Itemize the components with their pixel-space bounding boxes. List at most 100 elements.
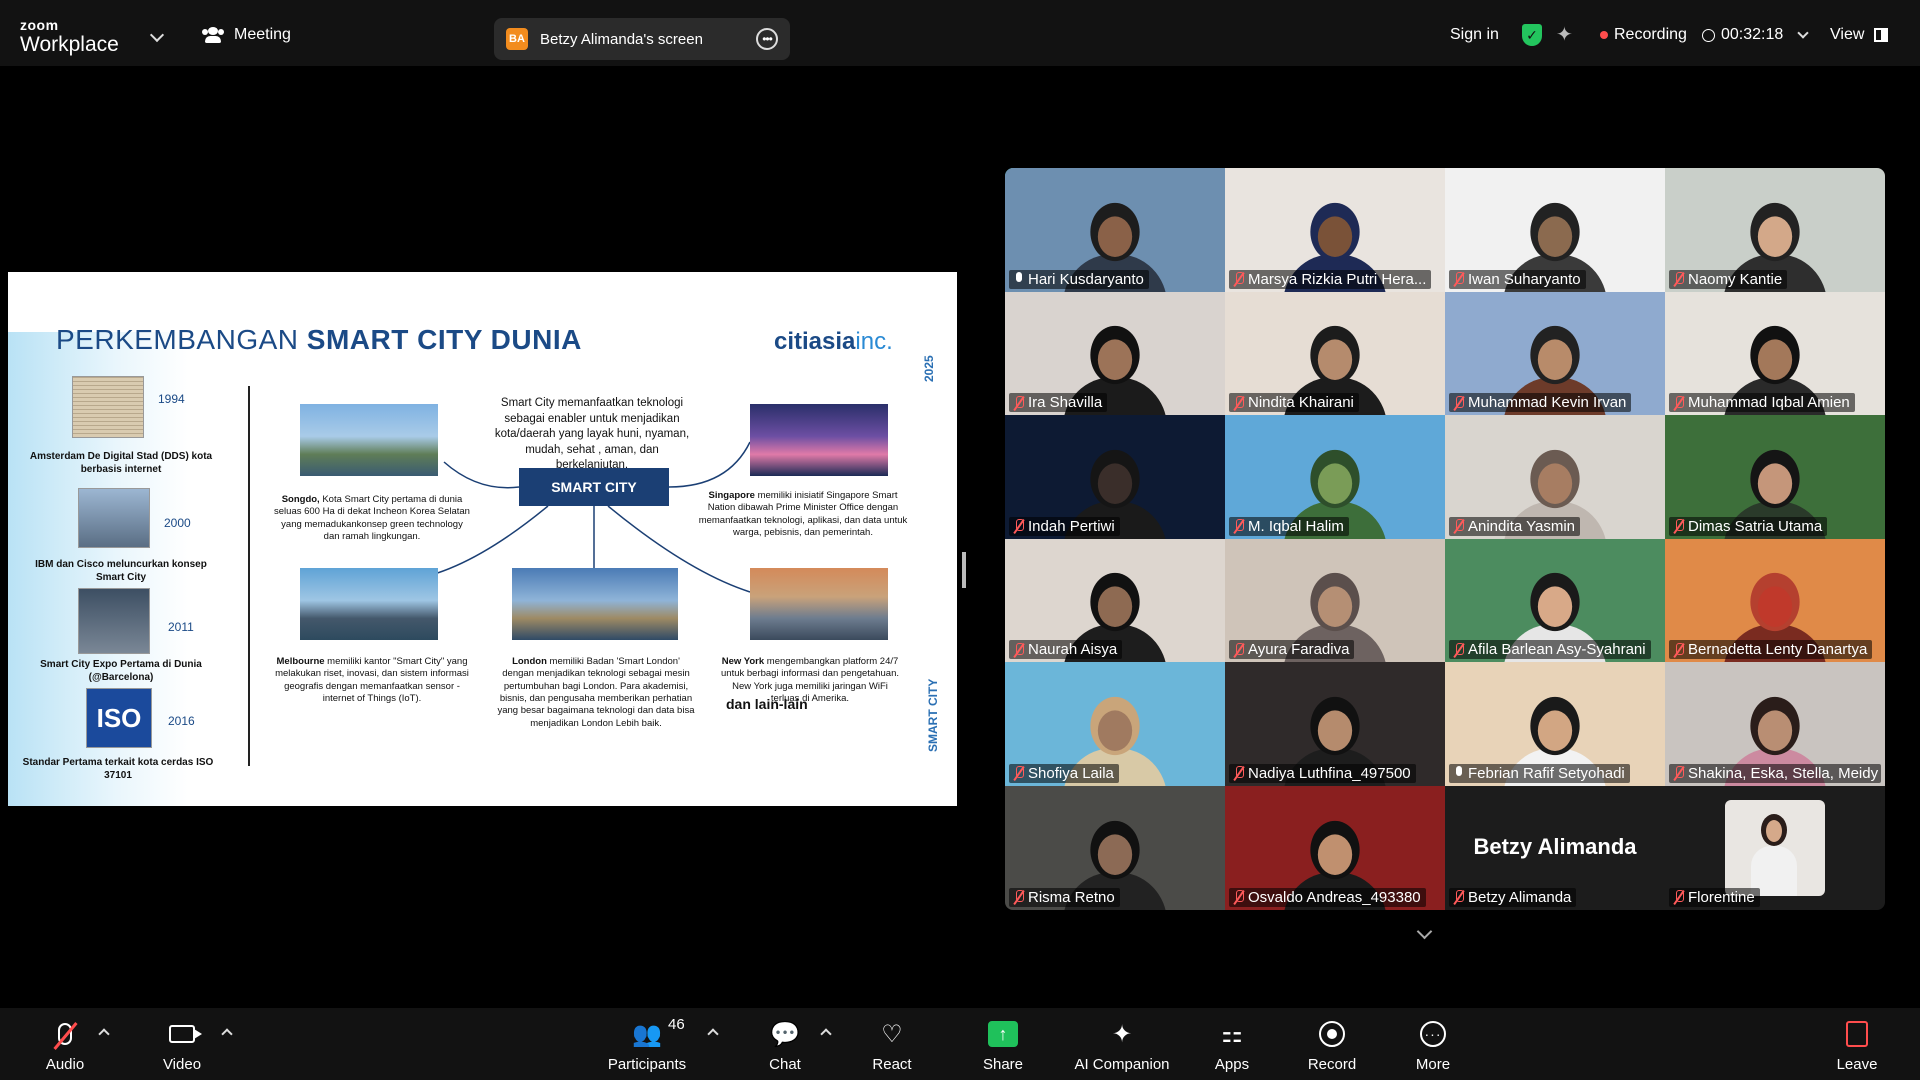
- participant-name: Risma Retno: [1028, 888, 1115, 906]
- participants-options-caret[interactable]: [707, 1028, 719, 1040]
- participant-name: Anindita Yasmin: [1468, 517, 1576, 535]
- city-caption: Melbourne memiliki kantor "Smart City" y…: [275, 656, 469, 705]
- ai-sparkle-icon[interactable]: ✦: [1556, 22, 1573, 47]
- share-screen-icon: ↑: [988, 1021, 1018, 1047]
- city-caption: London memiliki Badan 'Smart London' den…: [497, 656, 695, 729]
- participant-tile[interactable]: Nadiya Luthfina_497500: [1225, 662, 1445, 786]
- closing-text: dan lain-lain: [726, 696, 808, 712]
- participant-name: Shofiya Laila: [1028, 764, 1114, 782]
- participant-tile[interactable]: Febrian Rafif Setyohadi: [1445, 662, 1665, 786]
- participant-name: Naurah Aisya: [1028, 641, 1118, 659]
- meeting-menu[interactable]: Meeting: [202, 26, 291, 44]
- microphone-muted-icon: [1453, 395, 1465, 410]
- participant-tile[interactable]: Naomy Kantie: [1665, 168, 1885, 292]
- microphone-muted-icon: [1673, 395, 1685, 410]
- recording-label: Recording: [1614, 26, 1687, 43]
- record-button[interactable]: Record: [1277, 1018, 1387, 1073]
- video-button[interactable]: Video: [127, 1018, 237, 1073]
- clock-icon: [1702, 28, 1715, 42]
- sharer-avatar: BA: [506, 28, 528, 50]
- participant-tile[interactable]: Bernadetta Lenty Danartya: [1665, 538, 1885, 663]
- microphone-icon: [1453, 766, 1465, 780]
- recording-indicator[interactable]: Recording: [1600, 26, 1687, 44]
- participant-tile[interactable]: Hari Kusdaryanto: [1005, 168, 1225, 292]
- audio-button[interactable]: Audio: [10, 1018, 120, 1073]
- participant-tile[interactable]: Dimas Satria Utama: [1665, 415, 1885, 539]
- chevron-down-icon: [1416, 923, 1433, 940]
- record-label: Record: [1307, 1056, 1357, 1073]
- smart-city-box: SMART CITY: [519, 468, 669, 506]
- participant-tile[interactable]: M. Iqbal Halim: [1225, 415, 1445, 539]
- microphone-muted-icon: [1233, 890, 1245, 904]
- security-shield-icon[interactable]: ✓: [1522, 24, 1542, 46]
- participant-nameplate: M. Iqbal Halim: [1229, 516, 1349, 536]
- split-resize-handle[interactable]: [962, 552, 966, 588]
- participant-tile[interactable]: Shofiya Laila: [1005, 662, 1225, 786]
- participant-tile[interactable]: Osvaldo Andreas_493380: [1225, 785, 1445, 910]
- meeting-icon: [202, 27, 224, 43]
- participant-nameplate: Dimas Satria Utama: [1669, 516, 1828, 536]
- apps-button[interactable]: ⚏ Apps: [1177, 1018, 1287, 1074]
- ai-companion-sparkle-icon: ✦: [1111, 1020, 1133, 1048]
- more-button[interactable]: ··· More: [1378, 1018, 1488, 1073]
- participant-tile[interactable]: Indah Pertiwi: [1005, 415, 1225, 539]
- participant-nameplate: Iwan Suharyanto: [1449, 269, 1586, 289]
- participant-tile[interactable]: Betzy Alimanda Betzy Alimanda: [1445, 785, 1665, 910]
- video-label: Video: [162, 1056, 202, 1073]
- chevron-down-icon: [1797, 27, 1809, 39]
- share-button[interactable]: ↑ Share: [948, 1018, 1058, 1073]
- microphone-muted-icon: [1673, 642, 1685, 657]
- participants-count: 46: [668, 1016, 685, 1033]
- microphone-muted-icon: [1453, 272, 1465, 286]
- microphone-muted-icon: [1453, 642, 1465, 657]
- participant-tile[interactable]: Marsya Rizkia Putri Hera...: [1225, 168, 1445, 292]
- participants-button[interactable]: 👥 46 Participants: [592, 1016, 702, 1073]
- participant-nameplate: Betzy Alimanda: [1449, 887, 1577, 907]
- microphone-muted-icon: [1013, 519, 1025, 533]
- meeting-timer[interactable]: 00:32:18: [1702, 26, 1809, 44]
- participant-tile[interactable]: Nindita Khairani: [1225, 291, 1445, 416]
- microphone-muted-icon: [1013, 766, 1025, 780]
- leave-button[interactable]: Leave: [1802, 1018, 1912, 1073]
- chat-button[interactable]: 💬 Chat: [730, 1018, 840, 1074]
- participant-name: Febrian Rafif Setyohadi: [1468, 764, 1625, 782]
- more-options-icon[interactable]: •••: [756, 28, 778, 50]
- participant-name: Bernadetta Lenty Danartya: [1688, 641, 1868, 659]
- participant-tile[interactable]: Risma Retno: [1005, 785, 1225, 910]
- participants-icon: 👥: [632, 1020, 662, 1048]
- participant-tile[interactable]: Florentine: [1665, 785, 1885, 910]
- participant-name: M. Iqbal Halim: [1248, 517, 1344, 535]
- participant-nameplate: Indah Pertiwi: [1009, 516, 1120, 536]
- ai-companion-button[interactable]: ✦ AI Companion: [1067, 1018, 1177, 1074]
- zoom-workplace-logo[interactable]: zoom Workplace: [20, 18, 119, 55]
- top-bar: zoom Workplace Meeting BA Betzy Alimanda…: [0, 0, 1920, 66]
- participant-tile[interactable]: Muhammad Kevin Irvan: [1445, 291, 1665, 416]
- participant-tile[interactable]: Muhammad Iqbal Amien: [1665, 291, 1885, 416]
- participant-name: Afila Barlean Asy-Syahrani: [1468, 641, 1646, 659]
- more-label: More: [1415, 1056, 1451, 1073]
- participant-name: Florentine: [1688, 888, 1755, 906]
- participant-tile[interactable]: Iwan Suharyanto: [1445, 168, 1665, 292]
- smart-city-description: Smart City memanfaatkan teknologi sebaga…: [494, 397, 690, 472]
- participant-tile[interactable]: Afila Barlean Asy-Syahrani: [1445, 538, 1665, 663]
- screen-share-indicator[interactable]: BA Betzy Alimanda's screen •••: [494, 18, 790, 60]
- sign-in-link[interactable]: Sign in: [1450, 26, 1499, 44]
- react-button[interactable]: ♡ React: [837, 1018, 947, 1074]
- participant-nameplate: Naurah Aisya: [1009, 640, 1123, 660]
- chat-bubble-icon: 💬: [770, 1020, 800, 1048]
- microphone-muted-icon: [1013, 890, 1025, 904]
- participant-tile[interactable]: Ira Shavilla: [1005, 291, 1225, 416]
- timer-value: 00:32:18: [1721, 26, 1784, 43]
- participant-nameplate: Risma Retno: [1009, 887, 1120, 907]
- participant-name: Muhammad Iqbal Amien: [1688, 394, 1850, 412]
- gallery-next-page[interactable]: [1402, 920, 1448, 950]
- chevron-down-icon[interactable]: [149, 27, 165, 43]
- participant-tile[interactable]: Ayura Faradiva: [1225, 538, 1445, 663]
- microphone-muted-icon: [1233, 519, 1245, 533]
- participant-tile[interactable]: Anindita Yasmin: [1445, 415, 1665, 539]
- participant-tile[interactable]: Naurah Aisya: [1005, 538, 1225, 663]
- chat-label: Chat: [769, 1056, 801, 1073]
- participant-tile[interactable]: Shakina, Eska, Stella, Meidy: [1665, 662, 1885, 786]
- microphone-muted-icon: [1673, 766, 1685, 780]
- view-button[interactable]: View: [1830, 26, 1889, 44]
